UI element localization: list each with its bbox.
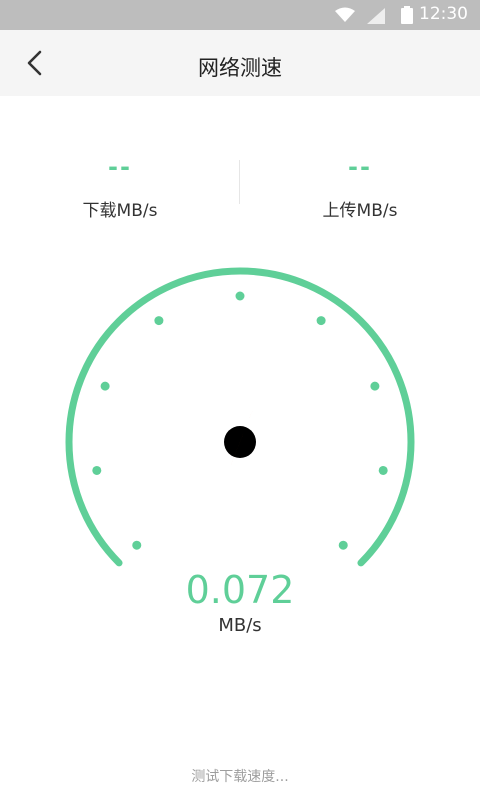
- gauge-arc: [65, 267, 415, 567]
- page-title: 网络测速: [198, 56, 282, 80]
- gauge-tick: [338, 540, 348, 550]
- upload-label: 上传MB/s: [322, 201, 398, 221]
- wifi-icon: [335, 7, 355, 22]
- download-label: 下载MB/s: [82, 201, 158, 221]
- speed-gauge: [65, 267, 415, 567]
- gauge-tick: [378, 465, 388, 475]
- upload-stat: -- 上传MB/s: [240, 150, 480, 221]
- gauge-tick: [92, 465, 102, 475]
- signal-icon: [367, 8, 385, 24]
- gauge-tick: [370, 381, 380, 391]
- speed-value: 0.072: [185, 568, 295, 612]
- gauge-tick: [132, 540, 142, 550]
- gauge-tick: [154, 316, 164, 326]
- nav-bar: 网络测速: [0, 30, 480, 96]
- gauge-ticks: [92, 291, 388, 550]
- gauge-tick: [316, 316, 326, 326]
- speed-unit: MB/s: [218, 615, 262, 636]
- download-stat: -- 下载MB/s: [0, 150, 240, 221]
- gauge-tick: [235, 291, 245, 301]
- status-time: 12:30: [419, 4, 468, 24]
- status-bar: 12:30: [0, 0, 480, 30]
- test-status-text: 测试下载速度...: [191, 769, 289, 785]
- upload-value: --: [348, 153, 372, 181]
- gauge-tick: [100, 381, 110, 391]
- download-value: --: [108, 153, 132, 181]
- battery-icon: [401, 6, 413, 24]
